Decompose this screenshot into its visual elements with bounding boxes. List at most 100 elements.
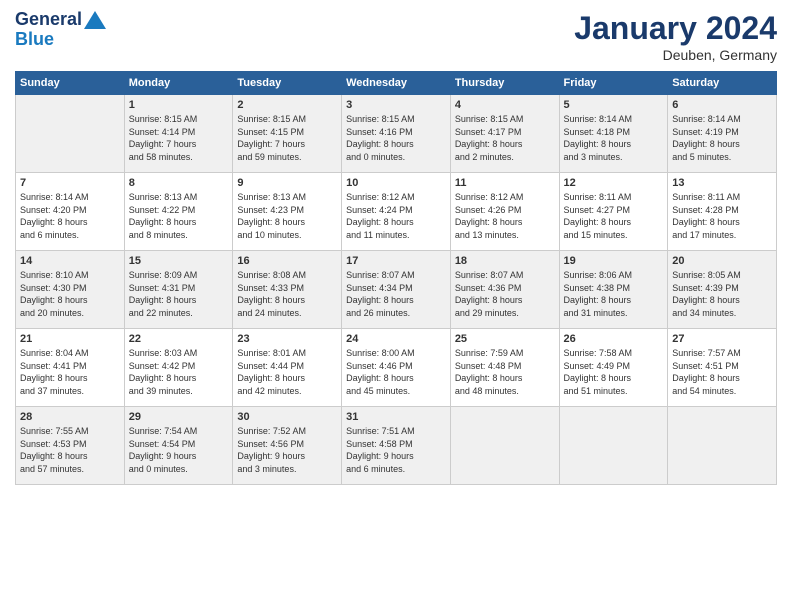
day-info-line: Daylight: 8 hours [564, 138, 664, 151]
calendar-week-4: 21Sunrise: 8:04 AMSunset: 4:41 PMDayligh… [16, 329, 777, 407]
day-number: 1 [129, 99, 229, 111]
day-info: Sunrise: 8:14 AMSunset: 4:18 PMDaylight:… [564, 113, 664, 163]
day-number: 30 [237, 411, 337, 423]
day-info-line: and 3 minutes. [237, 463, 337, 476]
calendar-cell: 7Sunrise: 8:14 AMSunset: 4:20 PMDaylight… [16, 173, 125, 251]
day-info-line: Daylight: 8 hours [455, 216, 555, 229]
day-info-line: and 48 minutes. [455, 385, 555, 398]
day-info-line: Daylight: 8 hours [346, 372, 446, 385]
day-info-line: Sunrise: 8:07 AM [455, 269, 555, 282]
logo: General Blue [15, 10, 108, 50]
day-info: Sunrise: 8:00 AMSunset: 4:46 PMDaylight:… [346, 347, 446, 397]
calendar-cell: 8Sunrise: 8:13 AMSunset: 4:22 PMDaylight… [124, 173, 233, 251]
calendar-cell: 12 Sunrise: 8:11 AMSunset: 4:27 PMDayligh… [559, 173, 668, 251]
weekday-header-monday: Monday [124, 72, 233, 95]
weekday-header-wednesday: Wednesday [342, 72, 451, 95]
day-info-line: Sunrise: 8:09 AM [129, 269, 229, 282]
day-info-line: Sunset: 4:54 PM [129, 438, 229, 451]
calendar-cell: 11 Sunrise: 8:12 AMSunset: 4:26 PMDayligh… [450, 173, 559, 251]
day-info-line: Daylight: 8 hours [672, 216, 772, 229]
day-info-line: Sunrise: 8:15 AM [237, 113, 337, 126]
day-number: 12 [564, 177, 664, 189]
calendar-cell [668, 407, 777, 485]
day-info-line: Sunset: 4:36 PM [455, 282, 555, 295]
day-info-line: Sunrise: 7:55 AM [20, 425, 120, 438]
day-info-line: and 45 minutes. [346, 385, 446, 398]
day-number: 14 [20, 255, 120, 267]
day-info-line: Sunrise: 8:14 AM [672, 113, 772, 126]
day-info-line: and 5 minutes. [672, 151, 772, 164]
day-info-line: Sunset: 4:15 PM [237, 126, 337, 139]
calendar-cell: 19Sunrise: 8:06 AMSunset: 4:38 PMDayligh… [559, 251, 668, 329]
day-info: Sunrise: 7:51 AMSunset: 4:58 PMDaylight:… [346, 425, 446, 475]
day-info: Sunrise: 8:10 AMSunset: 4:30 PMDaylight:… [20, 269, 120, 319]
day-info-line: Sunset: 4:23 PM [237, 204, 337, 217]
day-info-line: Sunrise: 7:58 AM [564, 347, 664, 360]
calendar-week-2: 7Sunrise: 8:14 AMSunset: 4:20 PMDaylight… [16, 173, 777, 251]
day-info: Sunrise: 8:01 AMSunset: 4:44 PMDaylight:… [237, 347, 337, 397]
day-info: Sunrise: 8:13 AMSunset: 4:23 PMDaylight:… [237, 191, 337, 241]
day-info: Sunrise: 8:15 AMSunset: 4:16 PMDaylight:… [346, 113, 446, 163]
calendar-cell: 14 Sunrise: 8:10 AMSunset: 4:30 PMDayligh… [16, 251, 125, 329]
calendar-cell: 20Sunrise: 8:05 AMSunset: 4:39 PMDayligh… [668, 251, 777, 329]
day-info-line: Daylight: 8 hours [455, 138, 555, 151]
day-info-line: Daylight: 9 hours [346, 450, 446, 463]
day-info-line: Daylight: 9 hours [237, 450, 337, 463]
day-info: Sunrise: 8:11 AMSunset: 4:28 PMDaylight:… [672, 191, 772, 241]
day-info-line: Daylight: 8 hours [564, 372, 664, 385]
day-info: Sunrise: 8:04 AMSunset: 4:41 PMDaylight:… [20, 347, 120, 397]
day-info-line: Daylight: 9 hours [129, 450, 229, 463]
day-info-line: and 29 minutes. [455, 307, 555, 320]
calendar-cell: 23Sunrise: 8:01 AMSunset: 4:44 PMDayligh… [233, 329, 342, 407]
weekday-header-friday: Friday [559, 72, 668, 95]
day-info-line: Daylight: 8 hours [346, 216, 446, 229]
day-info-line: and 11 minutes. [346, 229, 446, 242]
day-number: 8 [129, 177, 229, 189]
day-info-line: Sunrise: 8:13 AM [237, 191, 337, 204]
day-number: 17 [346, 255, 446, 267]
day-info-line: and 24 minutes. [237, 307, 337, 320]
calendar-cell: 29Sunrise: 7:54 AMSunset: 4:54 PMDayligh… [124, 407, 233, 485]
weekday-header-sunday: Sunday [16, 72, 125, 95]
day-info-line: and 37 minutes. [20, 385, 120, 398]
day-info-line: and 10 minutes. [237, 229, 337, 242]
day-info: Sunrise: 8:12 AMSunset: 4:26 PMDaylight:… [455, 191, 555, 241]
header: General Blue January 2024 Deuben, German… [15, 10, 777, 63]
day-info-line: Sunrise: 8:15 AM [129, 113, 229, 126]
day-number: 9 [237, 177, 337, 189]
day-info-line: and 22 minutes. [129, 307, 229, 320]
page-container: General Blue January 2024 Deuben, German… [0, 0, 792, 495]
day-info: Sunrise: 8:11 AMSunset: 4:27 PMDaylight:… [564, 191, 664, 241]
day-info-line: Daylight: 8 hours [20, 372, 120, 385]
calendar-cell: 24Sunrise: 8:00 AMSunset: 4:46 PMDayligh… [342, 329, 451, 407]
day-info-line: Sunset: 4:16 PM [346, 126, 446, 139]
day-info: Sunrise: 8:07 AMSunset: 4:36 PMDaylight:… [455, 269, 555, 319]
day-number: 18 [455, 255, 555, 267]
day-number: 22 [129, 333, 229, 345]
calendar-cell: 13Sunrise: 8:11 AMSunset: 4:28 PMDayligh… [668, 173, 777, 251]
day-number: 11 [455, 177, 555, 189]
calendar-cell: 5Sunrise: 8:14 AMSunset: 4:18 PMDaylight… [559, 95, 668, 173]
day-info-line: Sunrise: 8:04 AM [20, 347, 120, 360]
day-info-line: Daylight: 8 hours [20, 294, 120, 307]
day-info-line: Sunrise: 8:11 AM [564, 191, 664, 204]
calendar-cell [16, 95, 125, 173]
calendar-cell: 27Sunrise: 7:57 AMSunset: 4:51 PMDayligh… [668, 329, 777, 407]
day-info-line: Daylight: 8 hours [237, 294, 337, 307]
day-info-line: and 6 minutes. [20, 229, 120, 242]
day-info: Sunrise: 8:14 AMSunset: 4:19 PMDaylight:… [672, 113, 772, 163]
day-info-line: and 51 minutes. [564, 385, 664, 398]
calendar-cell: 28Sunrise: 7:55 AMSunset: 4:53 PMDayligh… [16, 407, 125, 485]
day-info-line: and 54 minutes. [672, 385, 772, 398]
day-info: Sunrise: 8:15 AMSunset: 4:15 PMDaylight:… [237, 113, 337, 163]
day-info-line: Sunrise: 8:12 AM [346, 191, 446, 204]
day-number: 29 [129, 411, 229, 423]
calendar-cell: 2Sunrise: 8:15 AMSunset: 4:15 PMDaylight… [233, 95, 342, 173]
day-info: Sunrise: 8:06 AMSunset: 4:38 PMDaylight:… [564, 269, 664, 319]
day-info-line: Daylight: 8 hours [672, 372, 772, 385]
day-info-line: and 6 minutes. [346, 463, 446, 476]
day-info-line: Sunset: 4:19 PM [672, 126, 772, 139]
day-info-line: and 0 minutes. [346, 151, 446, 164]
day-info-line: Sunset: 4:39 PM [672, 282, 772, 295]
day-number: 6 [672, 99, 772, 111]
